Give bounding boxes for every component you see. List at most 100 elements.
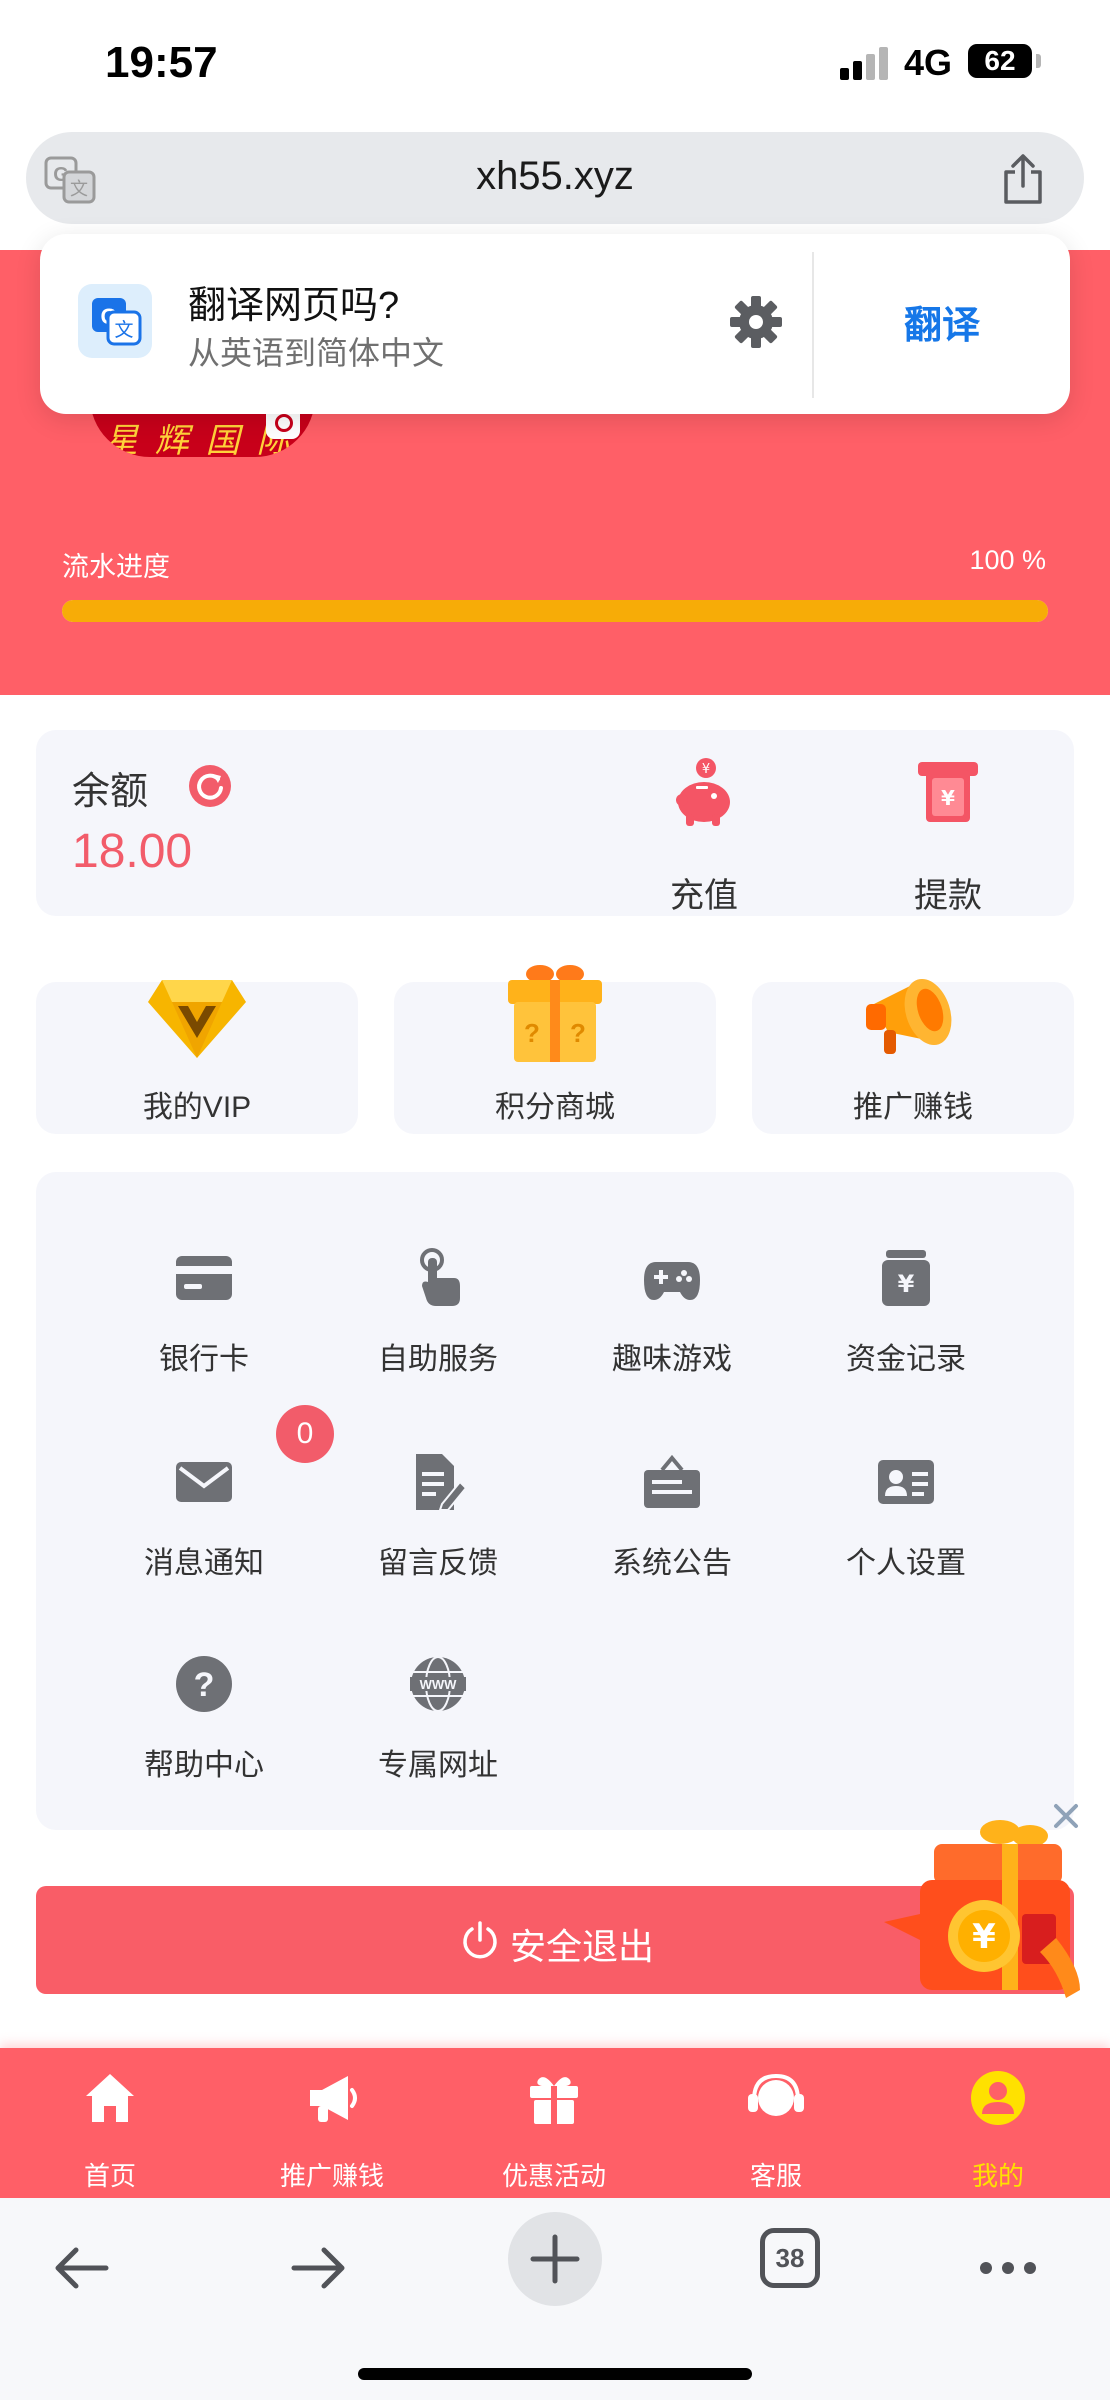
recharge-button[interactable]: ¥ 充值 bbox=[644, 756, 764, 915]
megaphone-icon bbox=[310, 2076, 357, 2122]
tab-label: 客服 bbox=[749, 2161, 802, 2191]
vip-card[interactable]: 我的VIP bbox=[36, 980, 358, 1134]
svg-text:WWW: WWW bbox=[420, 1677, 458, 1692]
promotion-card[interactable]: 推广赚钱 bbox=[752, 978, 1074, 1134]
translate-title: 翻译网页吗? bbox=[188, 285, 400, 327]
svg-text:¥: ¥ bbox=[972, 1917, 996, 1957]
tab-mine[interactable]: 我的 bbox=[908, 2062, 1088, 2192]
menu-label: 消息通知 bbox=[144, 1547, 264, 1580]
tab-label: 我的 bbox=[971, 2161, 1024, 2191]
tab-label: 推广赚钱 bbox=[279, 2161, 384, 2191]
withdraw-label: 提款 bbox=[914, 877, 982, 915]
megaphone-icon bbox=[866, 978, 952, 1054]
status-time: 19:57 bbox=[105, 38, 218, 87]
menu-label: 系统公告 bbox=[612, 1547, 732, 1580]
balance-card: 余额 18.00 ¥ 充值 ¥ 提款 bbox=[36, 730, 1074, 916]
menu-fun-games[interactable]: 趣味游戏 bbox=[572, 1248, 772, 1378]
svg-text:?: ? bbox=[570, 1018, 586, 1048]
menu-label: 银行卡 bbox=[159, 1343, 249, 1376]
battery-tip bbox=[1036, 54, 1041, 68]
new-tab-button[interactable] bbox=[508, 2212, 602, 2306]
menu-messages[interactable]: 消息通知 bbox=[104, 1452, 304, 1582]
envelope-icon bbox=[176, 1462, 232, 1502]
tab-promotions[interactable]: 优惠活动 bbox=[464, 2062, 644, 2192]
svg-text:?: ? bbox=[194, 1666, 215, 1704]
id-card-icon bbox=[878, 1460, 934, 1504]
gamepad-icon bbox=[644, 1262, 700, 1300]
signal-icon bbox=[840, 46, 888, 80]
power-icon bbox=[463, 1921, 497, 1959]
bottom-tab-bar: 首页 推广赚钱 优惠活动 客服 我的 bbox=[0, 2048, 1110, 2198]
progress-label: 流水进度 bbox=[62, 552, 170, 582]
forward-arrow-icon[interactable] bbox=[278, 2228, 358, 2308]
tab-home[interactable]: 首页 bbox=[20, 2062, 200, 2192]
translate-popup: G 文 翻译网页吗? 从英语到简体中文 翻译 bbox=[40, 234, 1070, 414]
menu-funds-record[interactable]: ¥ 资金记录 bbox=[806, 1248, 1006, 1378]
user-icon bbox=[971, 2071, 1025, 2125]
headset-icon bbox=[748, 2073, 804, 2116]
url-bar[interactable]: G 文 xh55.xyz bbox=[26, 132, 1084, 224]
menu-bank-card[interactable]: 银行卡 bbox=[104, 1248, 304, 1378]
svg-text:?: ? bbox=[524, 1018, 540, 1048]
translate-subtitle: 从英语到简体中文 bbox=[188, 335, 445, 371]
menu-label: 趣味游戏 bbox=[612, 1343, 732, 1376]
translate-app-icon: G 文 bbox=[78, 284, 152, 358]
gear-icon[interactable] bbox=[728, 294, 784, 350]
svg-text:¥: ¥ bbox=[898, 1270, 915, 1298]
plus-icon bbox=[530, 2234, 580, 2284]
menu-label: 资金记录 bbox=[846, 1343, 966, 1376]
recharge-label: 充值 bbox=[670, 877, 738, 915]
battery-icon: 62 bbox=[968, 44, 1032, 78]
points-mall-label: 积分商城 bbox=[495, 1091, 615, 1124]
menu-personal-settings[interactable]: 个人设置 bbox=[806, 1452, 1006, 1582]
vip-diamond-icon bbox=[148, 980, 246, 1058]
svg-text:¥: ¥ bbox=[941, 786, 955, 810]
withdraw-button[interactable]: ¥ 提款 bbox=[888, 756, 1008, 915]
network-type: 4G bbox=[904, 42, 953, 83]
help-icon: ? bbox=[176, 1656, 232, 1712]
tabs-count-button[interactable]: 38 bbox=[760, 2228, 820, 2288]
feedback-doc-icon bbox=[416, 1454, 468, 1511]
balance-label: 余额 bbox=[72, 771, 149, 813]
home-indicator bbox=[358, 2368, 752, 2380]
vip-label: 我的VIP bbox=[142, 1091, 252, 1124]
www-globe-icon: WWW bbox=[410, 1656, 466, 1712]
points-mall-card[interactable]: ? ? 积分商城 bbox=[394, 965, 716, 1134]
back-arrow-icon[interactable] bbox=[42, 2228, 122, 2308]
balance-value: 18.00 bbox=[72, 825, 193, 878]
gift-icon bbox=[530, 2077, 578, 2124]
svg-text:文: 文 bbox=[114, 319, 133, 341]
tab-promotion[interactable]: 推广赚钱 bbox=[242, 2062, 422, 2192]
tab-customer-service[interactable]: 客服 bbox=[686, 2062, 866, 2192]
menu-exclusive-url[interactable]: WWW 专属网址 bbox=[338, 1654, 538, 1784]
translate-button[interactable]: 翻译 bbox=[814, 294, 1070, 349]
menu-announcements[interactable]: 系统公告 bbox=[572, 1452, 772, 1582]
withdraw-icon: ¥ bbox=[918, 762, 978, 822]
tab-label: 首页 bbox=[83, 2161, 136, 2191]
notice-board-icon bbox=[644, 1454, 700, 1508]
funds-record-icon: ¥ bbox=[882, 1250, 930, 1306]
home-icon bbox=[86, 2074, 134, 2122]
menu-label: 帮助中心 bbox=[144, 1749, 264, 1782]
menu-label: 留言反馈 bbox=[378, 1547, 498, 1580]
more-icon[interactable] bbox=[968, 2228, 1048, 2308]
progress-value: 100 % bbox=[969, 545, 1046, 575]
refresh-icon[interactable] bbox=[188, 764, 232, 808]
piggy-bank-icon: ¥ bbox=[676, 758, 730, 826]
menu-grid: 银行卡 自助服务 趣味游戏 ¥ 资金记录 消息通知 留言反馈 系统公告 个人设置… bbox=[36, 1172, 1074, 1830]
tab-label: 优惠活动 bbox=[501, 2161, 606, 2191]
gift-box-icon[interactable]: ¥ bbox=[880, 1818, 1090, 2018]
url-text[interactable]: xh55.xyz bbox=[26, 154, 1084, 199]
menu-self-service[interactable]: 自助服务 bbox=[338, 1248, 538, 1378]
menu-label: 自助服务 bbox=[378, 1343, 498, 1376]
menu-feedback[interactable]: 留言反馈 bbox=[338, 1452, 538, 1582]
progress-fill bbox=[62, 600, 1048, 622]
logout-label: 安全退出 bbox=[510, 1926, 655, 1967]
menu-help-center[interactable]: ? 帮助中心 bbox=[104, 1654, 304, 1784]
touch-hand-icon bbox=[420, 1248, 460, 1306]
menu-label: 专属网址 bbox=[378, 1749, 498, 1782]
mystery-box-icon: ? ? bbox=[508, 965, 602, 1062]
share-icon[interactable] bbox=[998, 152, 1048, 206]
promotion-label: 推广赚钱 bbox=[853, 1091, 973, 1124]
menu-label: 个人设置 bbox=[846, 1547, 966, 1580]
